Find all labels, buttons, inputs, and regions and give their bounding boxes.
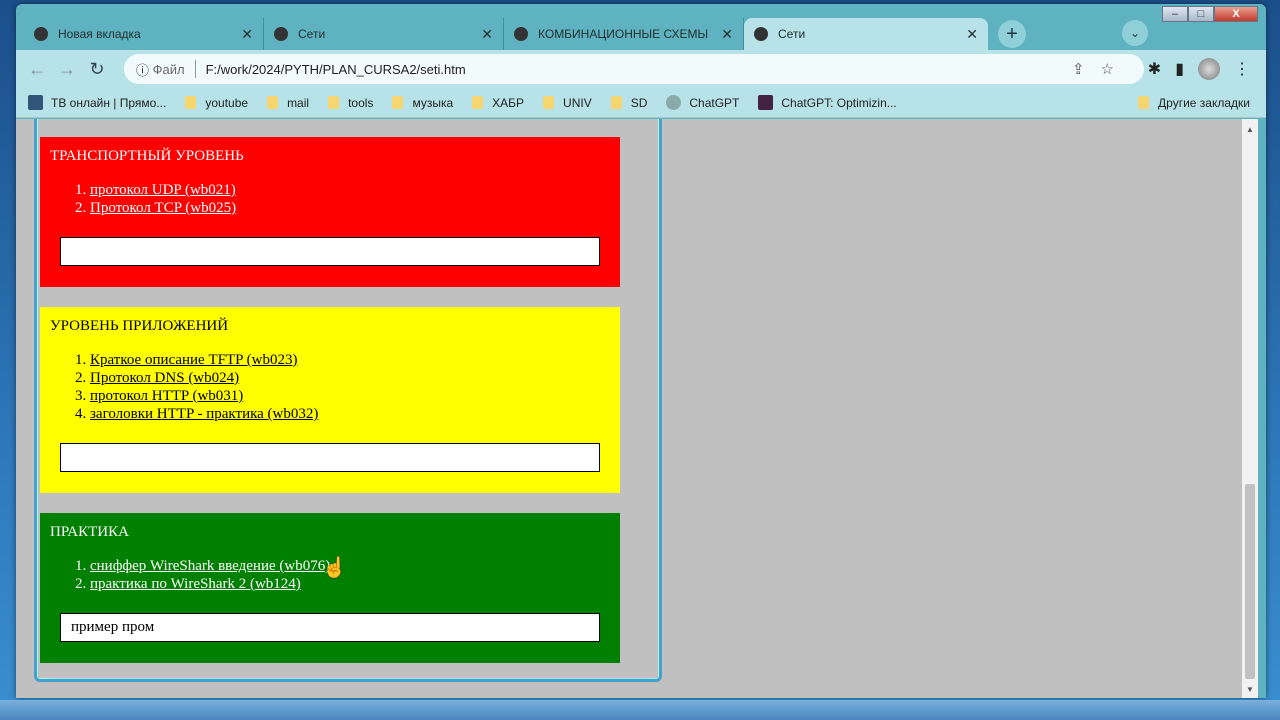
menu-icon[interactable]: ⋮ [1234, 59, 1250, 79]
tab-seti-active[interactable]: Сети ✕ [744, 18, 988, 50]
folder-icon [543, 96, 555, 109]
star-icon[interactable]: ☆ [1101, 61, 1130, 78]
tab-search-button[interactable]: ⌄ [1122, 20, 1148, 46]
folder-icon [328, 96, 340, 109]
close-icon[interactable]: ✕ [241, 26, 253, 43]
address-bar[interactable]: ⓘ Файл F:/work/2024/PYTH/PLAN_CURSA2/set… [124, 54, 1144, 84]
tab-combinational[interactable]: КОМБИНАЦИОННЫЕ СХЕМЫ ✕ [504, 18, 744, 50]
section-title: УРОВЕНЬ ПРИЛОЖЕНИЙ [50, 318, 229, 334]
window-controls: – □ X [1162, 6, 1258, 22]
bookmark-folder[interactable]: mail [267, 96, 309, 110]
taskbar [0, 700, 1280, 720]
chrome-icon [34, 27, 48, 41]
bookmark-label: ТВ онлайн | Прямо... [51, 95, 167, 110]
bookmark-label: ChatGPT [689, 95, 740, 110]
notes-input[interactable] [60, 237, 600, 266]
globe-icon [514, 27, 528, 41]
folder-icon [267, 96, 279, 109]
bookmark-tv[interactable]: ТВ онлайн | Прямо... [28, 95, 166, 110]
new-tab-button[interactable]: + [998, 20, 1026, 48]
side-panel-icon[interactable]: ▮ [1175, 59, 1184, 79]
tab-label: Новая вкладка [58, 27, 141, 41]
bookmark-folder[interactable]: UNIV [543, 96, 592, 110]
scroll-up-icon[interactable]: ▲ [1246, 125, 1254, 134]
scheme-label: Файл [152, 61, 185, 77]
chatgpt-icon [666, 95, 682, 110]
chatgpt-icon [758, 95, 774, 110]
tab-seti[interactable]: Сети ✕ [264, 18, 504, 50]
hand-cursor-icon: ☝ [322, 557, 347, 579]
notes-input[interactable]: пример пром [60, 613, 600, 642]
scrollbar-thumb[interactable] [1245, 484, 1255, 679]
close-icon[interactable]: ✕ [721, 26, 733, 43]
link-tcp[interactable]: Протокол TCP (wb025) [90, 200, 236, 216]
close-icon[interactable]: ✕ [966, 26, 978, 43]
link-http[interactable]: протокол HTTP (wb031) [90, 388, 243, 404]
bookmark-folder[interactable]: музыка [392, 96, 453, 110]
close-window-button[interactable]: X [1214, 6, 1258, 22]
bookmark-folder[interactable]: SD [610, 95, 648, 110]
browser-window: – □ X Новая вкладка ✕ Сети ✕ КОМБИНАЦИОННЫ… [16, 4, 1266, 698]
link-udp[interactable]: протокол UDP (wb021) [90, 182, 236, 198]
bookmark-label: ХАБР [492, 95, 525, 110]
bookmark-label: UNIV [563, 95, 592, 110]
link-wireshark-intro[interactable]: сниффер WireShark введение (wb076) [90, 558, 330, 574]
section-practice: ПРАКТИКА сниффер WireShark введение (wb0… [40, 513, 620, 663]
url-text[interactable]: F:/work/2024/PYTH/PLAN_CURSA2/seti.htm [206, 62, 466, 77]
section-title: ПРАКТИКА [50, 524, 129, 540]
bookmark-folder[interactable]: youtube [185, 96, 248, 110]
bookmark-chatgpt-optimizing[interactable]: ChatGPT: Optimizin... [758, 95, 897, 110]
share-icon[interactable]: ⇪ [1072, 61, 1101, 78]
tab-label: Сети [298, 27, 326, 41]
folder-icon [392, 96, 404, 109]
tv-icon [28, 95, 43, 110]
link-http-headers[interactable]: заголовки HTTP - практика (wb032) [90, 406, 318, 422]
folder-icon [610, 96, 622, 109]
link-dns[interactable]: Протокол DNS (wb024) [90, 370, 239, 386]
close-icon[interactable]: ✕ [481, 26, 493, 43]
bookmarks-bar: ТВ онлайн | Прямо... youtube mail tools … [16, 88, 1266, 118]
info-icon[interactable]: ⓘ [136, 60, 153, 79]
folder-icon [1138, 96, 1150, 109]
bookmark-chatgpt[interactable]: ChatGPT [666, 95, 739, 110]
bookmark-label: музыка [412, 95, 454, 110]
bookmark-label: tools [348, 95, 374, 110]
section-transport-layer: ТРАНСПОРТНЫЙ УРОВЕНЬ протокол UDP (wb021… [40, 137, 620, 287]
extensions-icon[interactable]: ✱ [1148, 59, 1161, 79]
page-content: ТРАНСПОРТНЫЙ УРОВЕНЬ протокол UDP (wb021… [16, 119, 1242, 698]
folder-icon [472, 96, 484, 109]
bookmark-label: youtube [205, 95, 249, 110]
other-bookmarks[interactable]: Другие закладки [1138, 96, 1250, 110]
bookmark-label: mail [287, 95, 310, 110]
globe-icon [274, 27, 288, 41]
tab-new-tab[interactable]: Новая вкладка ✕ [24, 18, 264, 50]
bookmark-folder[interactable]: tools [328, 96, 373, 110]
tab-strip: Новая вкладка ✕ Сети ✕ КОМБИНАЦИОННЫЕ СХЕМ… [24, 18, 1036, 50]
link-wireshark-practice[interactable]: практика по WireShark 2 (wb124) [90, 576, 301, 592]
reload-icon[interactable]: ↻ [82, 59, 112, 80]
notes-input[interactable] [60, 443, 600, 472]
maximize-button[interactable]: □ [1188, 6, 1214, 22]
back-icon[interactable]: ← [22, 59, 52, 80]
avatar[interactable] [1198, 58, 1220, 80]
folder-icon [185, 96, 197, 109]
forward-icon[interactable]: → [52, 59, 82, 80]
scroll-down-icon[interactable]: ▼ [1246, 685, 1254, 694]
section-title: ТРАНСПОРТНЫЙ УРОВЕНЬ [50, 148, 244, 164]
section-application-layer: УРОВЕНЬ ПРИЛОЖЕНИЙ Краткое описание TFTP… [40, 307, 620, 493]
bookmark-label: ChatGPT: Optimizin... [781, 95, 897, 110]
toolbar: ← → ↻ ⓘ Файл F:/work/2024/PYTH/PLAN_CURS… [16, 50, 1266, 88]
bookmark-label: SD [630, 95, 648, 110]
globe-icon [754, 27, 768, 41]
link-tftp[interactable]: Краткое описание TFTP (wb023) [90, 352, 298, 368]
bookmark-label: Другие закладки [1158, 95, 1250, 110]
bookmark-folder[interactable]: ХАБР [472, 96, 524, 110]
vertical-scrollbar[interactable]: ▲ ▼ [1242, 119, 1258, 698]
tab-label: Сети [778, 27, 806, 41]
minimize-button[interactable]: – [1162, 6, 1188, 22]
tab-label: КОМБИНАЦИОННЫЕ СХЕМЫ [538, 27, 709, 41]
divider [194, 60, 196, 78]
